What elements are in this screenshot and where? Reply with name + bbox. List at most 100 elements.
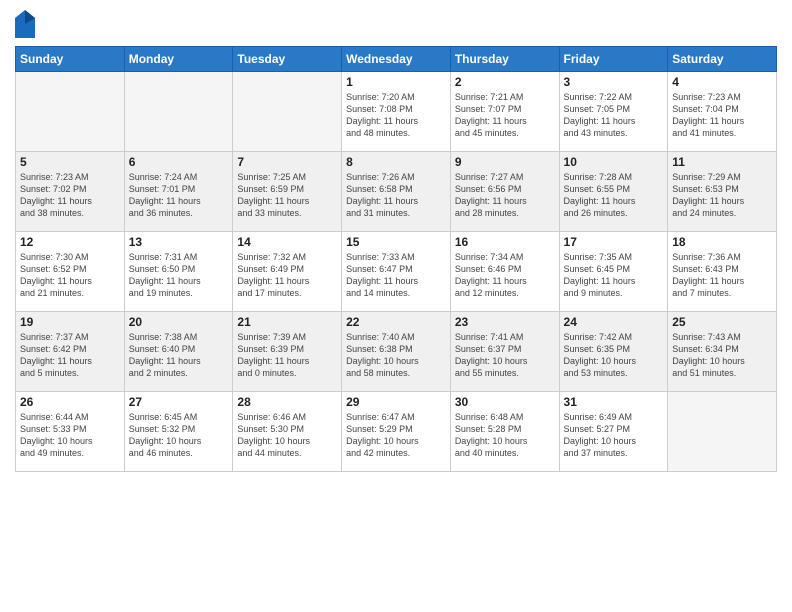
day-info: Sunrise: 6:49 AM Sunset: 5:27 PM Dayligh…: [564, 411, 664, 460]
day-number: 13: [129, 235, 229, 249]
day-number: 25: [672, 315, 772, 329]
day-cell: 8 Sunrise: 7:26 AM Sunset: 6:58 PM Daylig…: [342, 152, 451, 232]
day-cell: 24Sunrise: 7:42 AM Sunset: 6:35 PM Dayli…: [559, 312, 668, 392]
day-cell: 22 Sunrise: 7:40 AM Sunset: 6:38 PM Dayli…: [342, 312, 451, 392]
day-number: 23: [455, 315, 555, 329]
day-number: 9: [455, 155, 555, 169]
day-info: Sunrise: 7:25 AM Sunset: 6:59 PM Dayligh…: [237, 171, 337, 220]
weekday-tuesday: Tuesday: [233, 47, 342, 72]
day-info: Sunrise: 7:30 AM Sunset: 6:52 PM Dayligh…: [20, 251, 120, 300]
day-info: Sunrise: 7:22 AM Sunset: 7:05 PM Dayligh…: [564, 91, 664, 140]
day-number: 16: [455, 235, 555, 249]
day-cell: 4 Sunrise: 7:23 AM Sunset: 7:04 PM Daylig…: [668, 72, 777, 152]
day-cell: 27 Sunrise: 6:45 AM Sunset: 5:32 PM Dayli…: [124, 392, 233, 472]
weekday-wednesday: Wednesday: [342, 47, 451, 72]
day-info: Sunrise: 7:35 AM Sunset: 6:45 PM Dayligh…: [564, 251, 664, 300]
day-number: 26: [20, 395, 120, 409]
day-cell: 19 Sunrise: 7:37 AM Sunset: 6:42 PM Dayli…: [16, 312, 125, 392]
day-info: Sunrise: 7:23 AM Sunset: 7:04 PM Dayligh…: [672, 91, 772, 140]
day-number: 8: [346, 155, 446, 169]
day-cell: [233, 72, 342, 152]
day-info: Sunrise: 7:36 AM Sunset: 6:43 PM Dayligh…: [672, 251, 772, 300]
day-cell: 12 Sunrise: 7:30 AM Sunset: 6:52 PM Dayli…: [16, 232, 125, 312]
day-cell: [124, 72, 233, 152]
day-cell: [668, 392, 777, 472]
day-info: Sunrise: 7:27 AM Sunset: 6:56 PM Dayligh…: [455, 171, 555, 220]
day-number: 11: [672, 155, 772, 169]
day-cell: 2Sunrise: 7:21 AM Sunset: 7:07 PM Daylig…: [450, 72, 559, 152]
week-row-2: 5Sunrise: 7:23 AM Sunset: 7:02 PM Daylig…: [16, 152, 777, 232]
day-info: Sunrise: 7:26 AM Sunset: 6:58 PM Dayligh…: [346, 171, 446, 220]
day-number: 18: [672, 235, 772, 249]
day-number: 3: [564, 75, 664, 89]
day-cell: 14 Sunrise: 7:32 AM Sunset: 6:49 PM Dayli…: [233, 232, 342, 312]
day-cell: 15 Sunrise: 7:33 AM Sunset: 6:47 PM Dayli…: [342, 232, 451, 312]
day-number: 5: [20, 155, 120, 169]
day-info: Sunrise: 7:41 AM Sunset: 6:37 PM Dayligh…: [455, 331, 555, 380]
day-info: Sunrise: 7:32 AM Sunset: 6:49 PM Dayligh…: [237, 251, 337, 300]
day-info: Sunrise: 7:31 AM Sunset: 6:50 PM Dayligh…: [129, 251, 229, 300]
day-cell: 25 Sunrise: 7:43 AM Sunset: 6:34 PM Dayli…: [668, 312, 777, 392]
day-info: Sunrise: 7:37 AM Sunset: 6:42 PM Dayligh…: [20, 331, 120, 380]
day-number: 21: [237, 315, 337, 329]
day-cell: 3 Sunrise: 7:22 AM Sunset: 7:05 PM Daylig…: [559, 72, 668, 152]
day-cell: 5Sunrise: 7:23 AM Sunset: 7:02 PM Daylig…: [16, 152, 125, 232]
weekday-header-row: SundayMondayTuesdayWednesdayThursdayFrid…: [16, 47, 777, 72]
day-info: Sunrise: 7:38 AM Sunset: 6:40 PM Dayligh…: [129, 331, 229, 380]
weekday-friday: Friday: [559, 47, 668, 72]
day-number: 28: [237, 395, 337, 409]
day-info: Sunrise: 7:20 AM Sunset: 7:08 PM Dayligh…: [346, 91, 446, 140]
week-row-4: 19 Sunrise: 7:37 AM Sunset: 6:42 PM Dayli…: [16, 312, 777, 392]
day-number: 30: [455, 395, 555, 409]
day-cell: 6Sunrise: 7:24 AM Sunset: 7:01 PM Daylig…: [124, 152, 233, 232]
day-info: Sunrise: 7:28 AM Sunset: 6:55 PM Dayligh…: [564, 171, 664, 220]
day-cell: 31 Sunrise: 6:49 AM Sunset: 5:27 PM Dayli…: [559, 392, 668, 472]
day-info: Sunrise: 7:33 AM Sunset: 6:47 PM Dayligh…: [346, 251, 446, 300]
day-number: 15: [346, 235, 446, 249]
day-number: 27: [129, 395, 229, 409]
day-cell: 26 Sunrise: 6:44 AM Sunset: 5:33 PM Dayli…: [16, 392, 125, 472]
day-info: Sunrise: 6:45 AM Sunset: 5:32 PM Dayligh…: [129, 411, 229, 460]
weekday-saturday: Saturday: [668, 47, 777, 72]
day-number: 10: [564, 155, 664, 169]
day-cell: 1Sunrise: 7:20 AM Sunset: 7:08 PM Daylig…: [342, 72, 451, 152]
week-row-1: 1Sunrise: 7:20 AM Sunset: 7:08 PM Daylig…: [16, 72, 777, 152]
day-info: Sunrise: 7:21 AM Sunset: 7:07 PM Dayligh…: [455, 91, 555, 140]
day-info: Sunrise: 7:43 AM Sunset: 6:34 PM Dayligh…: [672, 331, 772, 380]
day-number: 17: [564, 235, 664, 249]
day-info: Sunrise: 6:46 AM Sunset: 5:30 PM Dayligh…: [237, 411, 337, 460]
day-cell: [16, 72, 125, 152]
day-number: 7: [237, 155, 337, 169]
day-number: 31: [564, 395, 664, 409]
day-info: Sunrise: 7:40 AM Sunset: 6:38 PM Dayligh…: [346, 331, 446, 380]
day-number: 20: [129, 315, 229, 329]
week-row-3: 12 Sunrise: 7:30 AM Sunset: 6:52 PM Dayli…: [16, 232, 777, 312]
day-number: 24: [564, 315, 664, 329]
day-cell: 21 Sunrise: 7:39 AM Sunset: 6:39 PM Dayli…: [233, 312, 342, 392]
page: SundayMondayTuesdayWednesdayThursdayFrid…: [0, 0, 792, 612]
day-cell: 7 Sunrise: 7:25 AM Sunset: 6:59 PM Daylig…: [233, 152, 342, 232]
logo: [15, 10, 39, 38]
day-info: Sunrise: 6:48 AM Sunset: 5:28 PM Dayligh…: [455, 411, 555, 460]
day-cell: 9 Sunrise: 7:27 AM Sunset: 6:56 PM Daylig…: [450, 152, 559, 232]
day-cell: 29 Sunrise: 6:47 AM Sunset: 5:29 PM Dayli…: [342, 392, 451, 472]
day-info: Sunrise: 6:44 AM Sunset: 5:33 PM Dayligh…: [20, 411, 120, 460]
day-cell: 28 Sunrise: 6:46 AM Sunset: 5:30 PM Dayli…: [233, 392, 342, 472]
weekday-sunday: Sunday: [16, 47, 125, 72]
day-cell: 16 Sunrise: 7:34 AM Sunset: 6:46 PM Dayli…: [450, 232, 559, 312]
day-number: 4: [672, 75, 772, 89]
day-number: 29: [346, 395, 446, 409]
day-number: 14: [237, 235, 337, 249]
day-number: 22: [346, 315, 446, 329]
day-cell: 30 Sunrise: 6:48 AM Sunset: 5:28 PM Dayli…: [450, 392, 559, 472]
day-number: 12: [20, 235, 120, 249]
day-number: 19: [20, 315, 120, 329]
day-info: Sunrise: 6:47 AM Sunset: 5:29 PM Dayligh…: [346, 411, 446, 460]
day-info: Sunrise: 7:34 AM Sunset: 6:46 PM Dayligh…: [455, 251, 555, 300]
day-cell: 23 Sunrise: 7:41 AM Sunset: 6:37 PM Dayli…: [450, 312, 559, 392]
day-info: Sunrise: 7:39 AM Sunset: 6:39 PM Dayligh…: [237, 331, 337, 380]
day-info: Sunrise: 7:24 AM Sunset: 7:01 PM Dayligh…: [129, 171, 229, 220]
calendar: SundayMondayTuesdayWednesdayThursdayFrid…: [15, 46, 777, 472]
header: [15, 10, 777, 38]
day-cell: 20 Sunrise: 7:38 AM Sunset: 6:40 PM Dayli…: [124, 312, 233, 392]
